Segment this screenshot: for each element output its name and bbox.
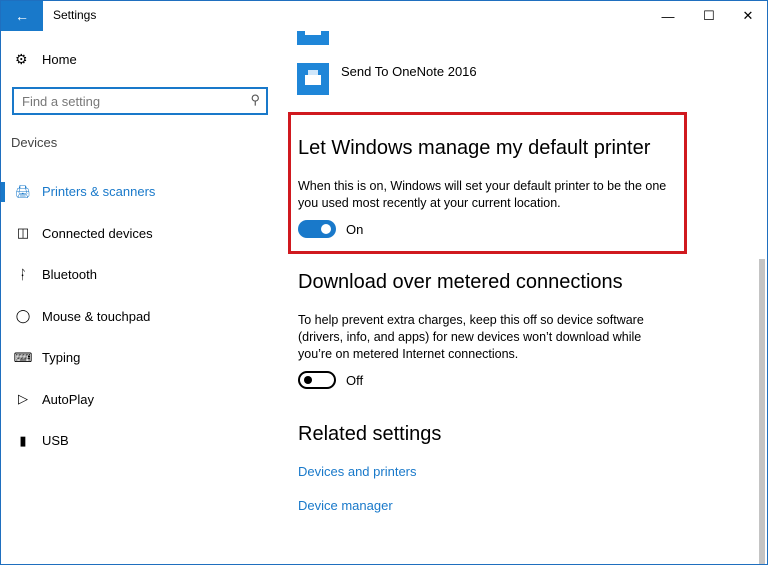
window-title: Settings [53, 8, 97, 22]
connected-devices-icon: ◫ [16, 225, 30, 241]
sidebar-item-typing[interactable]: ⌨ Typing [1, 337, 281, 379]
sidebar: ⚙ Home ⚲ Devices 🖨︎ Printers & scanners … [1, 31, 281, 564]
sidebar-item-usb[interactable]: ▮ USB [1, 420, 281, 462]
autoplay-icon: ▷ [18, 391, 28, 407]
minimize-button[interactable]: — [645, 1, 691, 31]
keyboard-icon: ⌨ [13, 349, 33, 365]
sidebar-item-label: Typing [42, 350, 81, 366]
highlight-box [288, 112, 687, 254]
sidebar-item-label: Connected devices [42, 225, 153, 241]
home-nav-item[interactable]: ⚙ Home [15, 51, 77, 68]
metered-heading: Download over metered connections [298, 271, 623, 293]
printer-item-send-to-onenote[interactable]: Send To OneNote 2016 [297, 63, 477, 95]
scrollbar[interactable] [756, 31, 767, 564]
title-bar: ← Settings — ☐ ✕ [1, 1, 767, 31]
sidebar-item-bluetooth[interactable]: ᛛ Bluetooth [1, 254, 281, 296]
sidebar-item-connected-devices[interactable]: ◫ Connected devices [1, 213, 281, 255]
arrow-left-icon: ← [15, 8, 29, 24]
home-label: Home [42, 52, 77, 67]
printer-item[interactable] [297, 31, 341, 45]
toggle-switch-off[interactable] [298, 371, 336, 389]
section-label: Devices [11, 135, 58, 150]
back-button[interactable]: ← [1, 1, 43, 31]
printer-device-icon [297, 31, 329, 45]
sidebar-item-printers-scanners[interactable]: 🖨︎ Printers & scanners [1, 171, 281, 213]
sidebar-item-label: USB [42, 433, 69, 449]
link-devices-and-printers[interactable]: Devices and printers [298, 464, 417, 479]
search-box[interactable]: ⚲ [12, 87, 268, 115]
sidebar-item-label: Printers & scanners [42, 184, 156, 200]
mouse-icon: ◯ [15, 308, 31, 324]
printer-icon: 🖨︎ [14, 183, 32, 199]
related-settings-heading: Related settings [298, 423, 442, 445]
search-input[interactable] [22, 93, 242, 109]
scrollbar-thumb[interactable] [759, 259, 765, 564]
search-icon[interactable]: ⚲ [250, 92, 260, 108]
sidebar-nav: 🖨︎ Printers & scanners ◫ Connected devic… [1, 171, 281, 462]
settings-window: ← Settings — ☐ ✕ ⚙ Home ⚲ Devices 🖨︎ Pri… [0, 0, 768, 565]
main-content: Send To OneNote 2016 Let Windows manage … [281, 31, 757, 564]
maximize-icon: ☐ [703, 8, 715, 23]
bluetooth-icon: ᛛ [19, 267, 27, 283]
usb-icon: ▮ [19, 432, 27, 448]
sidebar-item-mouse-touchpad[interactable]: ◯ Mouse & touchpad [1, 296, 281, 338]
sidebar-item-autoplay[interactable]: ▷ AutoPlay [1, 379, 281, 421]
metered-toggle[interactable]: Off [298, 371, 363, 389]
gear-icon: ⚙ [15, 51, 28, 67]
printer-name: Send To OneNote 2016 [341, 63, 477, 79]
printer-device-icon [297, 63, 329, 95]
sidebar-item-label: Bluetooth [42, 267, 97, 283]
minimize-icon: — [661, 8, 675, 24]
close-button[interactable]: ✕ [725, 1, 768, 31]
link-device-manager[interactable]: Device manager [298, 498, 393, 513]
sidebar-item-label: AutoPlay [42, 391, 95, 407]
metered-description: To help prevent extra charges, keep this… [298, 313, 644, 361]
close-icon: ✕ [742, 8, 754, 23]
sidebar-item-label: Mouse & touchpad [42, 308, 151, 324]
toggle-state-label: Off [346, 372, 364, 388]
